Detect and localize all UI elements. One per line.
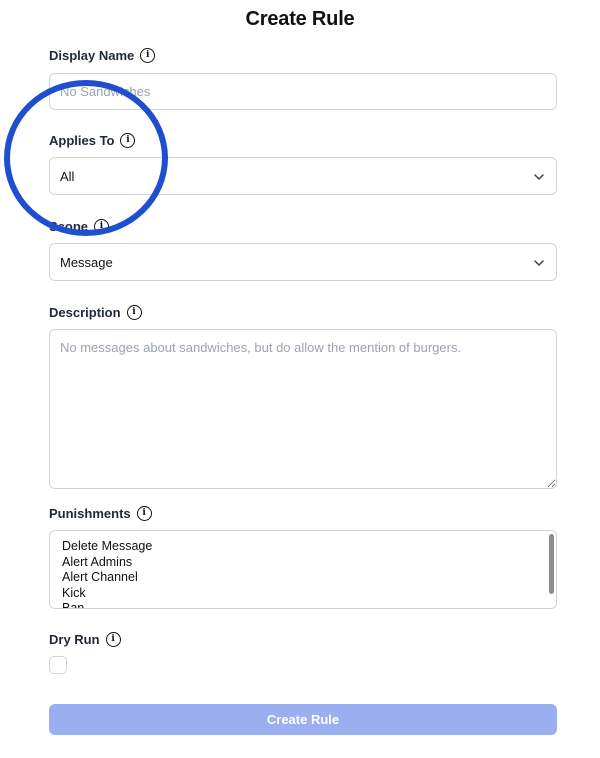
info-icon[interactable]: i (105, 632, 121, 647)
dry-run-label-row: Dry Run i (49, 632, 121, 647)
punishment-option-alert-channel[interactable]: Alert Channel (62, 570, 544, 586)
applies-to-label: Applies To (49, 133, 115, 148)
scope-value: Message (60, 254, 113, 270)
scope-label-row: Scope i (49, 219, 110, 234)
chevron-down-icon (534, 260, 544, 266)
punishments-listbox[interactable]: Delete Message Alert Admins Alert Channe… (49, 530, 557, 609)
applies-to-label-row: Applies To i (49, 133, 136, 148)
punishments-label: Punishments (49, 506, 131, 521)
info-icon[interactable]: i (140, 48, 156, 63)
create-rule-button[interactable]: Create Rule (49, 704, 557, 735)
punishments-label-row: Punishments i (49, 506, 152, 521)
punishment-option-delete-message[interactable]: Delete Message (62, 539, 544, 555)
scope-label: Scope (49, 219, 89, 234)
display-name-label-row: Display Name i (49, 48, 156, 63)
punishment-option-alert-admins[interactable]: Alert Admins (62, 555, 544, 571)
page-title: Create Rule (245, 8, 355, 30)
listbox-scrollbar[interactable] (549, 534, 554, 594)
applies-to-value: All (60, 168, 75, 184)
info-icon[interactable]: i (94, 219, 110, 234)
display-name-input[interactable] (49, 73, 557, 110)
dry-run-label: Dry Run (49, 632, 100, 647)
description-label-row: Description i (49, 305, 142, 320)
info-icon[interactable]: i (126, 305, 142, 320)
dry-run-checkbox[interactable] (49, 656, 67, 674)
applies-to-select[interactable]: All (49, 157, 557, 195)
punishment-option-ban[interactable]: Ban (62, 601, 544, 608)
chevron-down-icon (534, 174, 544, 180)
description-textarea[interactable] (49, 329, 557, 489)
scope-select[interactable]: Message (49, 243, 557, 281)
punishment-option-kick[interactable]: Kick (62, 586, 544, 602)
info-icon[interactable]: i (136, 506, 152, 521)
info-icon[interactable]: i (120, 133, 136, 148)
description-label: Description (49, 305, 121, 320)
display-name-label: Display Name (49, 48, 135, 63)
